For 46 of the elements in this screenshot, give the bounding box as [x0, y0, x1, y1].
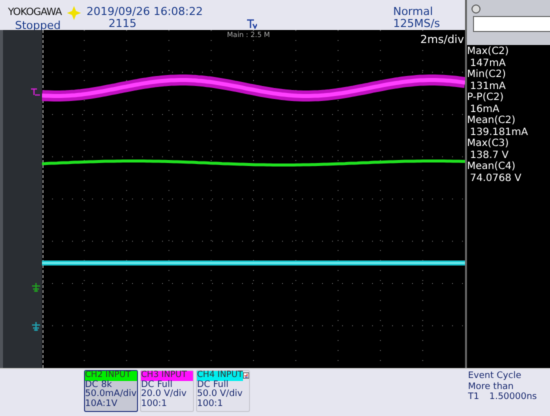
channel-card[interactable]: CH4 INPUT DC Full 50.0 V/div 100:1	[196, 370, 250, 412]
channel-setting: DC Full	[197, 380, 228, 390]
measurement-value: 16mA	[469, 104, 500, 115]
measurement-label: Min(C2)	[467, 69, 507, 80]
star-icon	[66, 6, 81, 20]
channel-setting: 50.0mA/div	[85, 390, 137, 400]
sample-rate: 125MS/s	[393, 18, 440, 30]
trigger-position-icon	[247, 19, 257, 29]
brand-logo: YOKOGAWA	[8, 7, 62, 19]
trigger-value: 1.50000ns	[489, 392, 537, 402]
trigger-setting: Event Cycle	[468, 371, 522, 382]
channel-setting: DC 8k	[85, 380, 112, 390]
measurement-label: Mean(C2)	[467, 115, 516, 126]
measurement-label: P-P(C2)	[467, 92, 505, 104]
acquisition-status: Stopped	[14, 20, 62, 32]
channel-setting: 10A:1V	[85, 400, 118, 410]
date-time: 2019/09/26 16:08:22	[86, 6, 203, 18]
trigger-setting: More than	[468, 382, 515, 392]
channel-setting: 20.0 V/div	[141, 390, 188, 400]
ground-marker-icon	[32, 322, 40, 331]
measurement-value: 74.0768 V	[469, 172, 522, 184]
channel-setting: 100:1	[141, 400, 168, 410]
trigger-mode: Normal	[393, 6, 434, 18]
trigger-level-icon	[31, 88, 40, 96]
measurement-value: 139.181mA	[469, 126, 529, 138]
circle-icon	[471, 4, 481, 14]
measurement-value: 147mA	[469, 58, 507, 69]
trigger-setting: T1	[468, 392, 480, 402]
channel-name: CH2 INPUT	[85, 371, 137, 381]
probe-icon	[242, 371, 249, 380]
measurement-value: 131mA	[469, 80, 507, 92]
channel-name: CH3 INPUT	[141, 371, 193, 381]
measurement-label: Max(C2)	[467, 46, 510, 58]
measurement-label: Max(C3)	[467, 138, 510, 150]
time-per-division: 2ms/div	[420, 33, 464, 46]
measurement-value: 138.7 V	[469, 150, 510, 161]
channel-card[interactable]: CH2 INPUT DC 8k 50.0mA/div 10A:1V	[84, 370, 138, 412]
channel-card[interactable]: CH3 INPUT DC Full 20.0 V/div 100:1	[140, 370, 194, 412]
acquisition-count: 2115	[108, 18, 138, 30]
measurement-label: Mean(C4)	[467, 161, 516, 172]
channel-setting: 50.0 V/div	[197, 390, 244, 400]
channel-setting: 100:1	[197, 400, 224, 410]
input-field[interactable]	[473, 16, 550, 32]
channel-name: CH4 INPUT	[197, 371, 243, 381]
channel-setting: DC Full	[141, 380, 172, 390]
ground-marker-icon	[32, 283, 40, 292]
